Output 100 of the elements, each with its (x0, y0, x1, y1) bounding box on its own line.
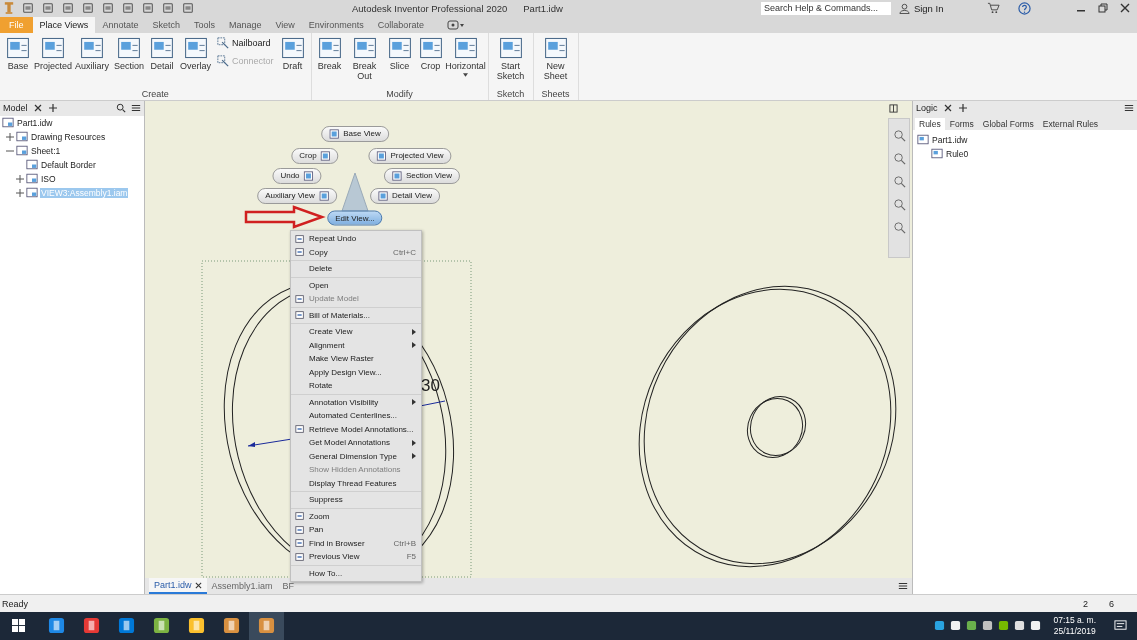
tray-icon[interactable] (998, 620, 1010, 632)
ribbon-tab[interactable]: Annotate (95, 16, 146, 33)
tray-icon[interactable] (934, 620, 946, 632)
tray-icon[interactable] (1030, 620, 1042, 632)
search-icon[interactable] (116, 103, 126, 114)
notifications-icon[interactable] (1114, 619, 1127, 633)
expand-toggle[interactable] (16, 174, 24, 183)
menu-item[interactable]: Find in Browser Ctrl+B (291, 536, 421, 550)
menu-item[interactable]: Open (291, 278, 421, 292)
tree-item[interactable]: Drawing Resources (30, 131, 107, 142)
toolbar-icon[interactable] (22, 2, 34, 15)
ribbon-tab[interactable]: View (268, 16, 302, 33)
document-tab[interactable]: Assembly1.iam (206, 578, 278, 595)
tree-item[interactable]: Sheet:1 (30, 145, 62, 156)
tree-item[interactable]: ISO (40, 173, 57, 184)
tray-icon[interactable] (1014, 620, 1026, 632)
add-icon[interactable] (957, 103, 968, 114)
app-icon[interactable] (83, 617, 100, 635)
menu-item[interactable]: Bill of Materials... (291, 308, 421, 322)
ribbon-button[interactable]: Horizontal (446, 34, 485, 77)
menu-item[interactable]: Previous View F5 (291, 550, 421, 564)
app-icon[interactable] (118, 617, 135, 635)
menu-icon[interactable] (131, 103, 141, 114)
tree-item[interactable]: Part1.idw (931, 134, 969, 145)
close-icon[interactable] (194, 581, 202, 589)
tray-icon[interactable] (982, 620, 994, 632)
menu-item[interactable]: Make View Raster (291, 352, 421, 366)
expand-toggle[interactable] (6, 132, 14, 141)
toolbar-icon[interactable] (82, 2, 94, 15)
toolbar-icon[interactable] (62, 2, 74, 15)
toolbar-icon[interactable] (142, 2, 154, 15)
menu-icon[interactable] (1124, 103, 1134, 114)
close-icon[interactable] (32, 103, 43, 114)
menu-item[interactable]: Repeat Undo (291, 232, 421, 246)
ribbon-tab[interactable]: Tools (186, 16, 222, 33)
toolbar-icon[interactable] (162, 2, 174, 15)
menu-item[interactable]: How To... (291, 566, 421, 580)
ribbon-button[interactable]: Nailboard (214, 34, 274, 52)
sign-in-link[interactable]: Sign In (913, 2, 944, 14)
ribbon-button[interactable]: Base (3, 34, 33, 87)
menu-icon[interactable] (898, 581, 908, 592)
zoom-icon[interactable] (892, 174, 906, 188)
ribbon-button[interactable]: Overlay (178, 34, 214, 87)
toolbar-icon[interactable] (102, 2, 114, 15)
menu-item[interactable]: Annotation Visibility (291, 395, 421, 409)
menu-item[interactable]: Suppress (291, 493, 421, 507)
app-icon[interactable] (48, 617, 65, 635)
menu-item[interactable]: Rotate (291, 379, 421, 393)
menu-item[interactable]: Apply Design View... (291, 365, 421, 379)
close-icon[interactable] (1119, 2, 1132, 15)
ribbon-button[interactable]: Crop (415, 34, 446, 71)
cart-icon[interactable] (987, 2, 1001, 15)
menu-item[interactable]: Get Model Annotations (291, 436, 421, 450)
document-tab[interactable]: Part1.idw (149, 578, 207, 595)
ribbon-button[interactable]: New Sheet (536, 34, 575, 81)
ribbon-button[interactable]: Draft (277, 34, 308, 87)
marking-menu-button[interactable]: Auxiliary View (257, 187, 337, 204)
ribbon-button[interactable]: Break Out (345, 34, 384, 81)
ribbon-tab[interactable]: Sketch (145, 16, 187, 33)
zoom-icon[interactable] (892, 220, 906, 234)
ribbon-button[interactable]: Detail (147, 34, 178, 87)
tree-item[interactable]: Part1.idw (16, 117, 54, 128)
menu-item[interactable]: Pan (291, 523, 421, 537)
menu-item[interactable]: Zoom (291, 509, 421, 523)
document-tab[interactable]: BF (277, 578, 300, 595)
menu-item[interactable]: Automated Centerlines... (291, 409, 421, 423)
ribbon-button[interactable]: Break (314, 34, 345, 71)
panel-tab[interactable]: Forms (945, 117, 978, 130)
marking-menu-button[interactable]: Undo (272, 167, 322, 184)
ribbon-button[interactable]: Section (112, 34, 147, 87)
close-icon[interactable] (942, 103, 953, 114)
search-field[interactable]: Search Help & Commands... (760, 1, 891, 15)
ribbon-button[interactable]: Start Sketch (491, 34, 530, 81)
window-split-icon[interactable] (889, 103, 898, 113)
expand-toggle[interactable] (16, 188, 24, 197)
ribbon-button[interactable]: Slice (384, 34, 415, 71)
ribbon-tab[interactable]: Environments (301, 16, 371, 33)
marking-menu-button[interactable]: Detail View (370, 187, 440, 204)
zoom-icon[interactable] (892, 128, 906, 142)
tree-item[interactable]: Default Border (40, 159, 97, 170)
app-icon[interactable] (153, 617, 170, 635)
toolbar-icon[interactable] (42, 2, 54, 15)
ribbon-tab[interactable]: Manage (221, 16, 269, 33)
menu-item[interactable]: Delete (291, 262, 421, 276)
start-icon[interactable] (12, 619, 25, 633)
marking-menu-button[interactable]: Crop (291, 147, 339, 164)
display-options-icon[interactable] (446, 19, 465, 30)
marking-menu-button[interactable]: Section View (383, 167, 461, 184)
ribbon-button[interactable]: Auxiliary (73, 34, 111, 87)
menu-item[interactable]: Copy Ctrl+C (291, 245, 421, 259)
zoom-icon[interactable] (892, 197, 906, 211)
toolbar-icon[interactable] (182, 2, 194, 15)
menu-item[interactable]: Alignment (291, 338, 421, 352)
menu-item[interactable]: Display Thread Features (291, 476, 421, 490)
panel-tab[interactable]: Global Forms (978, 117, 1038, 130)
help-icon[interactable] (1018, 1, 1032, 15)
marking-menu-button[interactable]: Edit View... (327, 210, 383, 226)
restore-icon[interactable] (1097, 2, 1110, 15)
panel-tab[interactable]: External Rules (1038, 117, 1103, 130)
marking-menu-button[interactable]: Base View (321, 125, 389, 142)
